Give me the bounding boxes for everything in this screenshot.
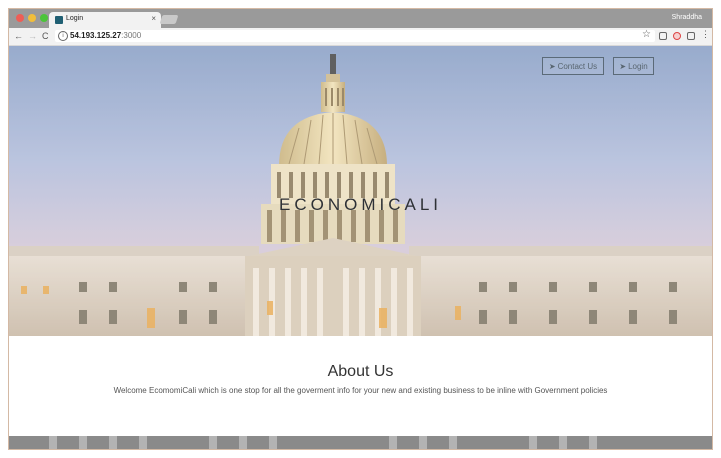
url-host: 54.193.125.27: [70, 31, 122, 40]
close-window-button[interactable]: [16, 14, 24, 22]
maximize-window-button[interactable]: [40, 14, 48, 22]
profile-name[interactable]: Shraddha: [672, 14, 702, 21]
hero-banner: ➤ Contact Us ➤ Login ECONOMICALI: [9, 46, 712, 336]
title-bar: Login × Shraddha: [9, 9, 712, 28]
column-shape: [449, 436, 457, 449]
page-viewport: ➤ Contact Us ➤ Login ECONOMICALI About Us …: [9, 46, 712, 449]
column-shape: [589, 436, 597, 449]
browser-window: Login × Shraddha ← → C i 54.193.125.27:3…: [8, 8, 713, 450]
back-icon[interactable]: ←: [14, 30, 23, 43]
url-text: 54.193.125.27:3000: [70, 31, 141, 40]
new-tab-button[interactable]: [159, 15, 179, 24]
column-shape: [389, 436, 397, 449]
browser-menu-icon[interactable]: ⋮: [701, 29, 710, 40]
address-bar[interactable]: i 54.193.125.27:3000: [55, 30, 655, 42]
minimize-window-button[interactable]: [28, 14, 36, 22]
cast-extension-icon[interactable]: [687, 32, 695, 40]
url-port: :3000: [121, 31, 142, 40]
column-shape: [559, 436, 567, 449]
login-label: Login: [628, 62, 648, 71]
pocket-extension-icon[interactable]: [673, 32, 681, 40]
tab-close-icon[interactable]: ×: [151, 14, 156, 23]
browser-toolbar: ← → C i 54.193.125.27:3000 ☆ ⋮: [9, 28, 712, 46]
column-shape: [79, 436, 87, 449]
site-brand-title: ECONOMICALI: [278, 195, 443, 214]
tab-login[interactable]: Login ×: [49, 12, 161, 28]
about-text: Welcome EcomomiCali which is one stop fo…: [113, 386, 608, 395]
paper-plane-icon: ➤: [619, 62, 627, 71]
forward-icon[interactable]: →: [28, 30, 37, 43]
column-shape: [49, 436, 57, 449]
column-shape: [139, 436, 147, 449]
column-shape: [109, 436, 117, 449]
favicon-icon: [55, 16, 63, 24]
bookmark-star-icon[interactable]: ☆: [642, 29, 651, 40]
column-shape: [529, 436, 537, 449]
login-button[interactable]: ➤ Login: [613, 57, 654, 75]
column-shape: [209, 436, 217, 449]
about-section: About Us Welcome EcomomiCali which is on…: [9, 336, 712, 436]
info-icon[interactable]: i: [58, 31, 68, 41]
about-heading: About Us: [327, 363, 394, 380]
column-shape: [419, 436, 427, 449]
column-shape: [269, 436, 277, 449]
paper-plane-icon: ➤: [548, 62, 556, 71]
reload-icon[interactable]: C: [42, 30, 49, 43]
tab-title: Login: [66, 15, 84, 22]
column-shape: [239, 436, 247, 449]
contact-us-label: Contact Us: [557, 62, 598, 71]
camera-extension-icon[interactable]: [659, 32, 667, 40]
contact-us-button[interactable]: ➤ Contact Us: [542, 57, 604, 75]
capitol-building-image: [9, 46, 712, 336]
bottom-image-strip: [9, 436, 712, 449]
